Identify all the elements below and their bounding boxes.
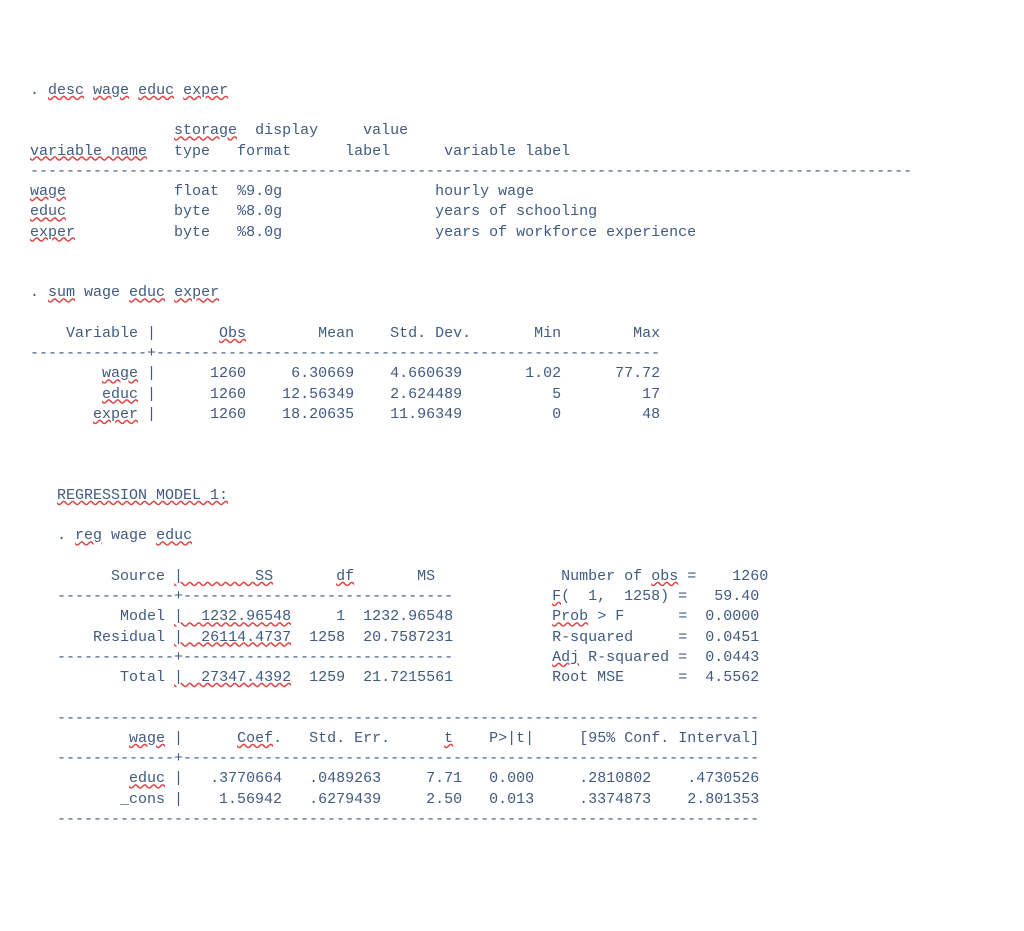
cmd-desc: desc: [48, 82, 84, 99]
stata-output: . desc wage educ exper storage display v…: [30, 81, 994, 830]
sum-command-line: . sum wage educ exper: [30, 284, 219, 301]
rule: ----------------------------------------…: [30, 163, 912, 180]
desc-command-line: . desc wage educ exper: [30, 82, 228, 99]
section-title: REGRESSION MODEL 1:: [57, 487, 228, 504]
cmd-reg: reg: [75, 527, 102, 544]
cmd-sum: sum: [48, 284, 75, 301]
reg-command-line: . reg wage educ: [57, 527, 192, 544]
